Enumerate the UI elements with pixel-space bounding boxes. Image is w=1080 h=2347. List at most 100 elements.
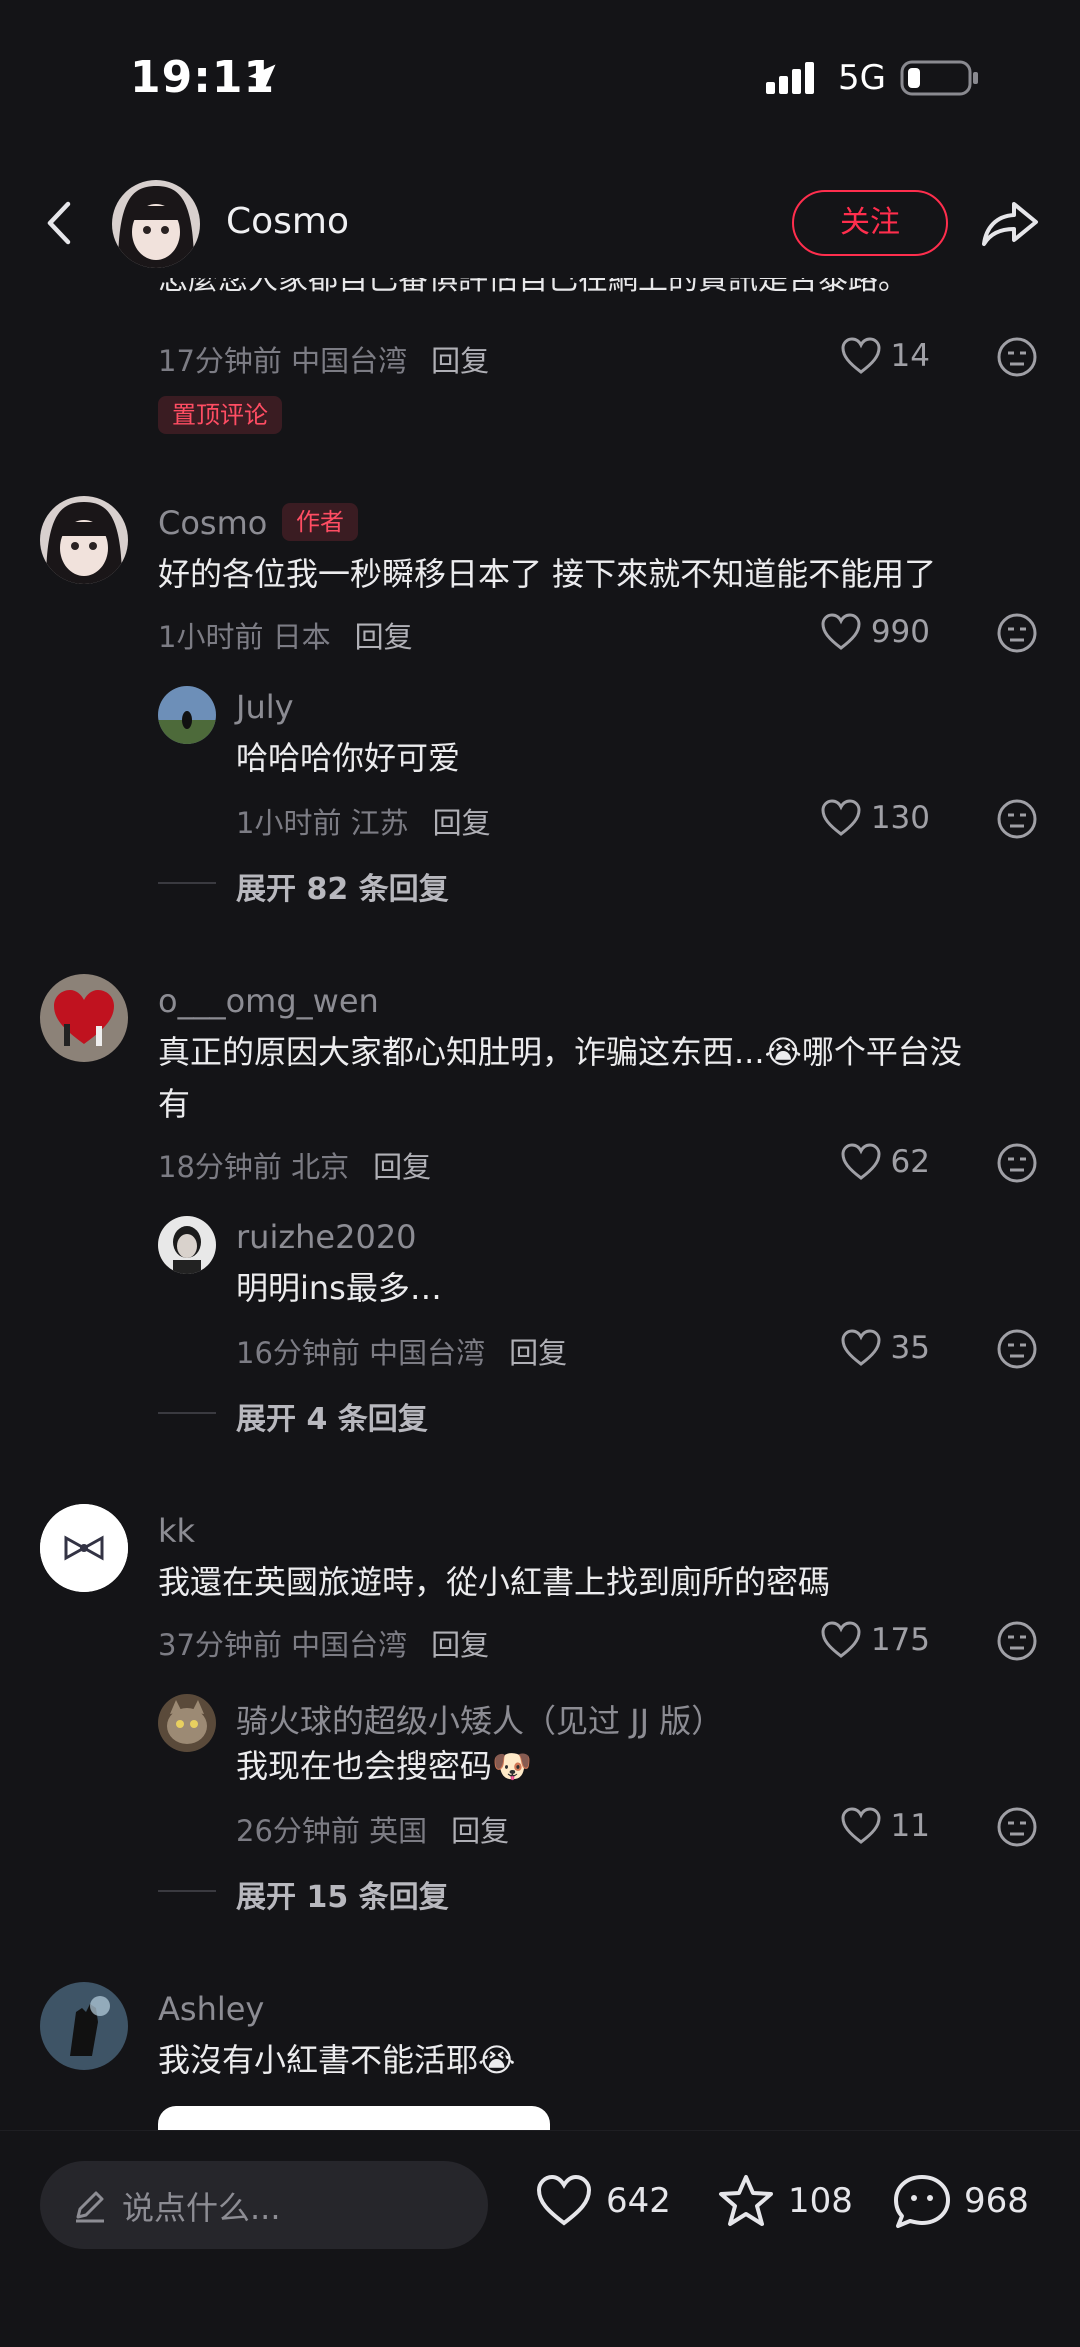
comment-text: 好的各位我一秒瞬移日本了 接下來就不知道能不能用了 (158, 555, 937, 593)
reply-username[interactable]: 骑火球的超级小矮人（见过 JJ 版） (236, 1696, 723, 1742)
reply-button[interactable]: 回复 (509, 1336, 567, 1370)
reply-button[interactable]: 回复 (433, 806, 491, 840)
share-icon[interactable] (980, 198, 1040, 250)
divider (158, 1890, 216, 1892)
reply-username[interactable]: July (236, 688, 294, 726)
comments-button[interactable]: 968 (892, 2173, 1029, 2229)
dislike-face-icon[interactable] (996, 612, 1038, 654)
comment-time-location: 17分钟前 中国台湾 (158, 344, 408, 378)
like-button[interactable]: 35 (839, 1328, 930, 1368)
status-bar: 19:11 5G (0, 0, 1080, 150)
comment-count: 968 (964, 2181, 1029, 2221)
crying-emoji: 😭 (478, 2041, 516, 2079)
comment-username[interactable]: Cosmo (158, 504, 267, 542)
reply-time-location: 16分钟前 中国台湾 (236, 1336, 486, 1370)
avatar[interactable] (158, 1694, 216, 1752)
reply-meta: 26分钟前 英国 回复 (236, 1808, 509, 1850)
reply-text: 我现在也会搜密码🐶 (236, 1740, 1080, 1792)
like-button[interactable]: 11 (839, 1806, 930, 1846)
reply-time-location: 26分钟前 英国 (236, 1814, 428, 1848)
follow-button[interactable]: 关注 (792, 190, 948, 256)
avatar[interactable] (40, 496, 128, 584)
heart-icon (841, 1143, 881, 1180)
comment-input[interactable]: 说点什么... (40, 2161, 488, 2249)
author-name[interactable]: Cosmo (226, 201, 349, 242)
heart-icon (841, 1329, 881, 1366)
comment-text-partial: 怎麼您人家都自已番惧評估自已在網上的資訊是否泰路。 (158, 278, 908, 297)
reply-username[interactable]: ruizhe2020 (236, 1218, 417, 1256)
comment-meta: 37分钟前 中国台湾 回复 (158, 1622, 489, 1664)
like-count: 62 (890, 1144, 930, 1180)
dislike-face-icon[interactable] (996, 336, 1038, 378)
favorite-count: 108 (788, 2181, 853, 2221)
like-button[interactable]: 14 (839, 336, 930, 376)
reply-button[interactable]: 回复 (355, 620, 413, 654)
author-avatar[interactable] (112, 180, 200, 268)
dislike-face-icon[interactable] (996, 1142, 1038, 1184)
pinned-badge: 置顶评论 (158, 396, 282, 434)
like-button[interactable]: 175 (819, 1620, 930, 1660)
dislike-face-icon[interactable] (996, 1620, 1038, 1662)
heart-icon (841, 337, 881, 374)
avatar[interactable] (40, 1982, 128, 2070)
author-badge: 作者 (282, 503, 358, 541)
chat-bubble-icon (894, 2175, 950, 2228)
comment-meta: 17分钟前 中国台湾 回复 (158, 338, 489, 380)
avatar[interactable] (40, 974, 128, 1062)
network-type: 5G (838, 58, 886, 98)
reply-text: 哈哈哈你好可爱 (236, 739, 461, 777)
comment-username[interactable]: kk (158, 1512, 195, 1550)
pencil-icon (76, 2191, 104, 2223)
reply-button[interactable]: 回复 (373, 1150, 431, 1184)
like-button[interactable]: 62 (839, 1142, 930, 1182)
signal-icon (766, 62, 814, 94)
image-preview-edge[interactable] (158, 2106, 550, 2130)
like-button[interactable]: 990 (819, 612, 930, 652)
like-count: 35 (890, 1330, 930, 1366)
avatar[interactable] (158, 1216, 216, 1274)
expand-replies-button[interactable]: 展开 15 条回复 (236, 1872, 449, 1916)
heart-icon (821, 613, 861, 650)
post-like-count: 642 (606, 2181, 671, 2221)
reply-time-location: 1小时前 江苏 (236, 806, 409, 840)
like-post-button[interactable]: 642 (534, 2173, 671, 2229)
comment-username[interactable]: o___omg_wen (158, 982, 379, 1020)
reply-button[interactable]: 回复 (431, 344, 489, 378)
heart-icon (841, 1807, 881, 1844)
expand-replies-button[interactable]: 展开 82 条回复 (236, 864, 449, 908)
comment-username[interactable]: Ashley (158, 1990, 264, 2028)
reply-meta: 16分钟前 中国台湾 回复 (236, 1330, 567, 1372)
like-button[interactable]: 130 (819, 798, 930, 838)
like-count: 11 (890, 1808, 930, 1844)
reply-text: 明明ins最多… (236, 1269, 442, 1307)
divider (158, 882, 216, 884)
comment-list[interactable]: 怎麼您人家都自已番惧評估自已在網上的資訊是否泰路。 17分钟前 中国台湾 回复 1… (0, 278, 1080, 2130)
reply-button[interactable]: 回复 (431, 1628, 489, 1662)
avatar[interactable] (158, 686, 216, 744)
reply-meta: 1小时前 江苏 回复 (236, 800, 491, 842)
back-chevron-icon[interactable] (40, 198, 80, 248)
expand-replies-button[interactable]: 展开 4 条回复 (236, 1394, 428, 1438)
dislike-face-icon[interactable] (996, 1806, 1038, 1848)
battery-icon (900, 60, 978, 96)
comment-meta: 1小时前 日本 回复 (158, 614, 413, 656)
reply-text-part: 我现在也会搜密码 (236, 1747, 493, 1785)
dislike-face-icon[interactable] (996, 798, 1038, 840)
comment-text-part: 真正的原因大家都心知肚明，诈骗这东西... (158, 1033, 765, 1071)
location-arrow-icon (248, 64, 276, 92)
crying-emoji: 😭 (764, 1033, 802, 1071)
dislike-face-icon[interactable] (996, 1328, 1038, 1370)
like-count: 175 (870, 1622, 930, 1658)
like-count: 130 (870, 800, 930, 836)
like-count: 990 (870, 614, 930, 650)
comment-text: 我沒有小紅書不能活耶😭 (158, 2034, 1038, 2086)
comment-meta: 18分钟前 北京 回复 (158, 1144, 431, 1186)
star-icon (719, 2175, 773, 2226)
comment-text-part: 我沒有小紅書不能活耶 (158, 2041, 479, 2079)
avatar[interactable] (40, 1504, 128, 1592)
top-nav-bar: Cosmo 关注 (0, 168, 1080, 278)
comment-text: 真正的原因大家都心知肚明，诈骗这东西...😭哪个平台没 有 (158, 1026, 1038, 1130)
comment-input-placeholder: 说点什么... (122, 2189, 281, 2227)
reply-button[interactable]: 回复 (451, 1814, 509, 1848)
favorite-button[interactable]: 108 (716, 2173, 853, 2229)
